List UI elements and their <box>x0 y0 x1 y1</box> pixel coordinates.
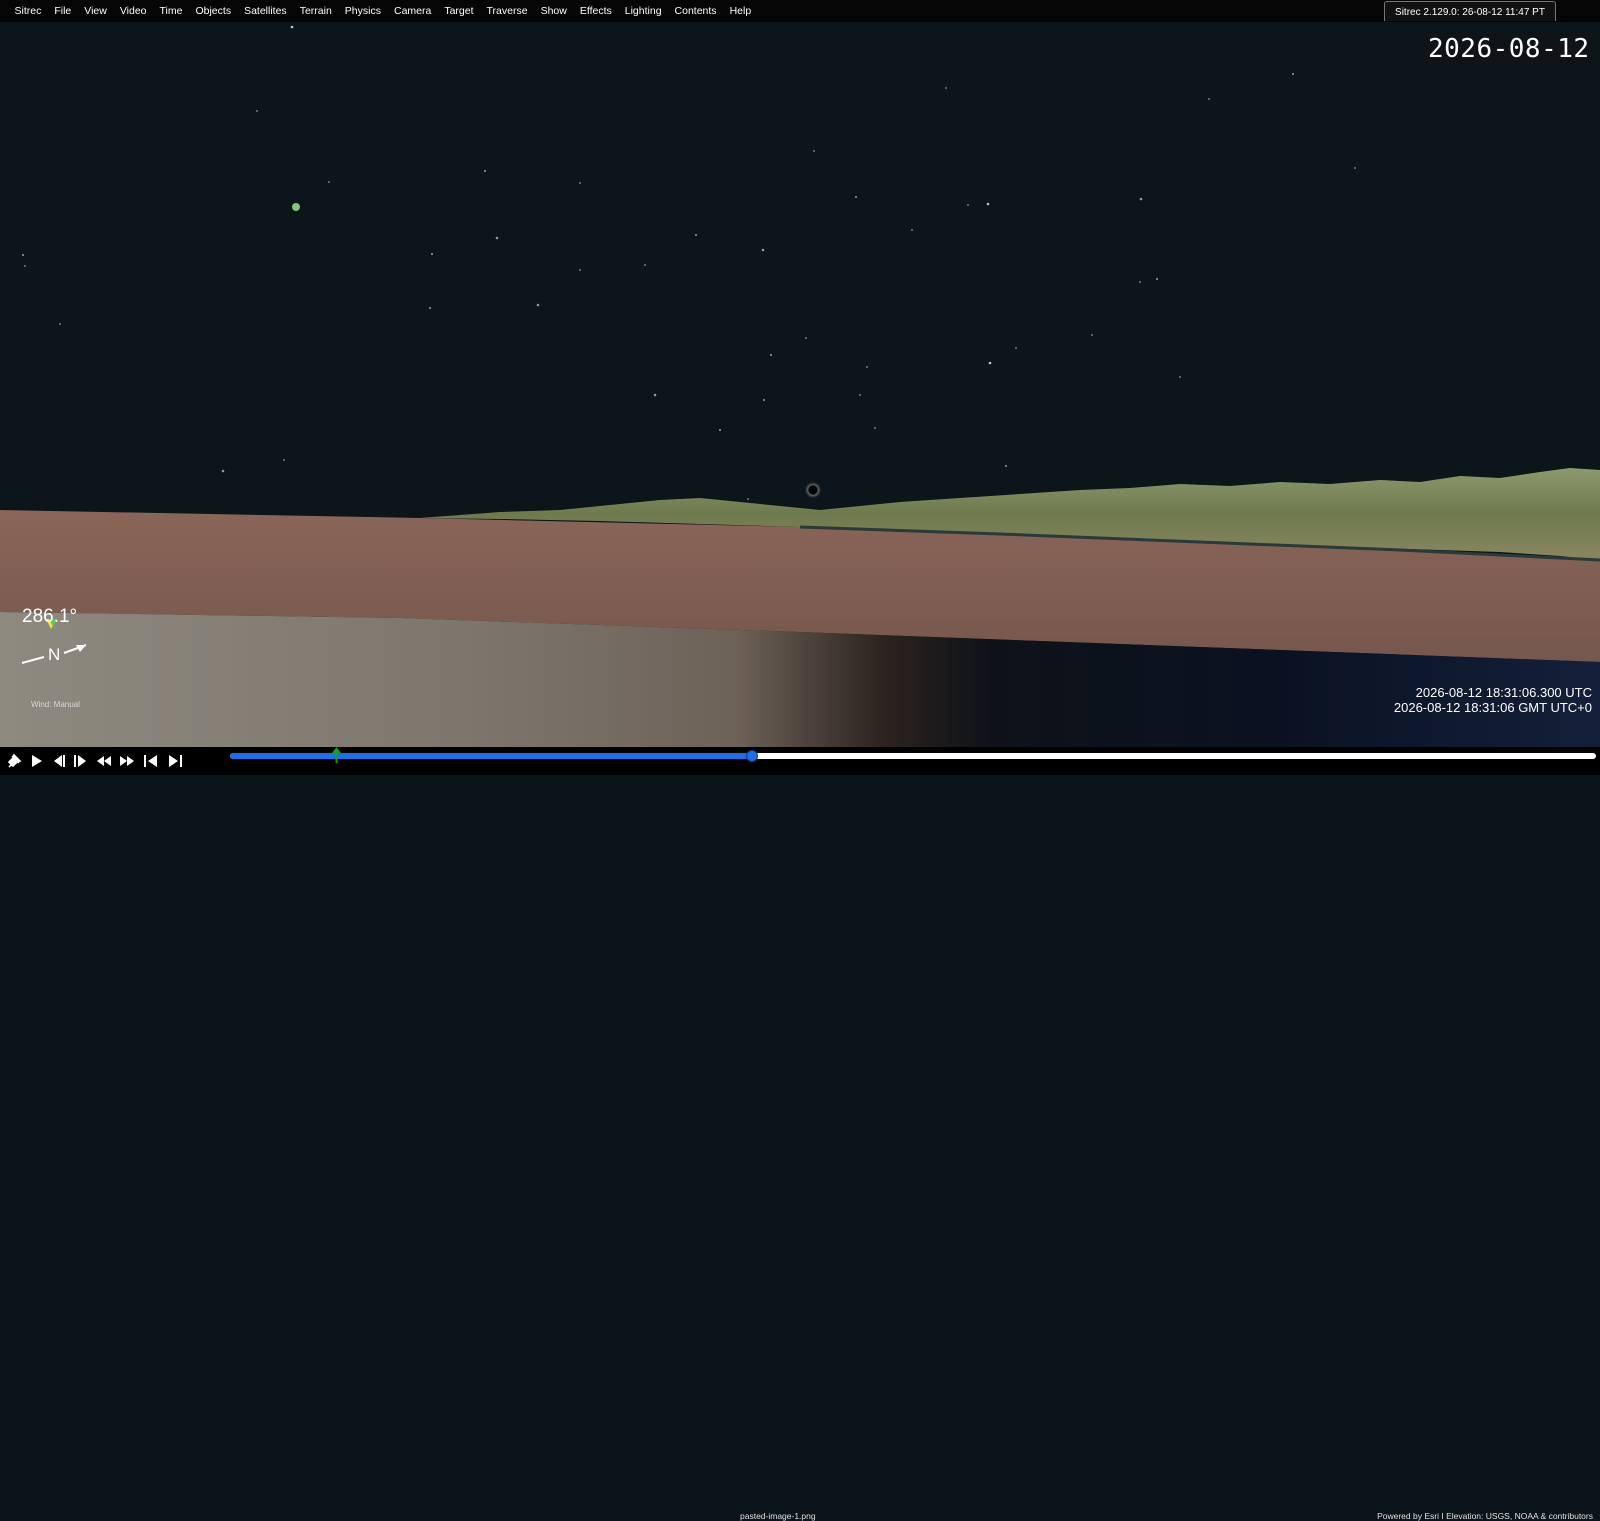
menu-sitrec[interactable]: Sitrec <box>8 0 48 22</box>
star <box>967 204 969 206</box>
scene-render <box>0 25 1600 747</box>
star <box>579 269 581 271</box>
star <box>221 469 225 473</box>
north-label: N <box>48 645 61 664</box>
star <box>805 337 807 339</box>
star <box>644 264 646 266</box>
star <box>695 234 697 236</box>
menu-lighting[interactable]: Lighting <box>618 0 668 22</box>
menu-show[interactable]: Show <box>534 0 573 22</box>
star <box>911 229 913 231</box>
wind-label: Wind: Manual <box>31 700 80 709</box>
menu-view[interactable]: View <box>78 0 114 22</box>
star <box>484 170 486 172</box>
menu-file[interactable]: File <box>48 0 78 22</box>
3d-viewport[interactable]: 2026-08-12 286.1° N Wind: Manual 2026-08… <box>0 22 1600 747</box>
star <box>763 399 765 401</box>
skip-start-icon[interactable] <box>141 751 161 771</box>
star <box>1015 347 1017 349</box>
menu-terrain[interactable]: Terrain <box>293 0 338 22</box>
star <box>761 248 765 252</box>
star <box>855 196 857 198</box>
menu-time[interactable]: Time <box>153 0 189 22</box>
timeline-thumb[interactable] <box>746 750 758 762</box>
pin-icon[interactable] <box>4 751 24 771</box>
rewind-icon[interactable] <box>94 751 114 771</box>
version-tab[interactable]: Sitrec 2.129.0: 26-08-12 11:47 PT <box>1384 1 1556 21</box>
star <box>1139 281 1141 283</box>
timeline-progress <box>230 753 752 759</box>
menu-video[interactable]: Video <box>113 0 153 22</box>
attribution: Powered by Esri I Elevation: USGS, NOAA … <box>1377 1511 1593 1521</box>
star <box>945 87 947 89</box>
star <box>859 394 861 396</box>
star <box>770 354 772 356</box>
step-forward-icon[interactable] <box>71 751 91 771</box>
star <box>59 323 61 325</box>
planet-dot <box>292 203 300 211</box>
star <box>747 498 749 500</box>
filename-label: pasted-image-1.png <box>740 1511 816 1521</box>
menu-contents[interactable]: Contents <box>668 0 723 22</box>
menu-help[interactable]: Help <box>723 0 758 22</box>
menu-target[interactable]: Target <box>438 0 480 22</box>
date-overlay: 2026-08-12 <box>1423 33 1595 65</box>
utc-time: 2026-08-12 18:31:06.300 UTC <box>1415 685 1592 700</box>
menu-traverse[interactable]: Traverse <box>480 0 534 22</box>
star <box>719 429 721 431</box>
menu-physics[interactable]: Physics <box>338 0 387 22</box>
star <box>1156 278 1158 280</box>
skip-end-icon[interactable] <box>165 751 185 771</box>
star <box>431 253 433 255</box>
star <box>429 307 431 309</box>
star <box>536 303 540 307</box>
eclipsed-sun <box>804 481 822 499</box>
stars <box>22 25 1356 500</box>
star <box>256 110 258 112</box>
star <box>653 393 657 397</box>
menu-items: Sitrec File View Video Time Objects Sate… <box>0 0 758 22</box>
fast-forward-icon[interactable] <box>117 751 137 771</box>
star <box>1354 167 1356 169</box>
star <box>1139 197 1143 201</box>
timeline-marker-icon[interactable] <box>332 747 341 763</box>
menu-bar: Sitrec File View Video Time Objects Sate… <box>0 0 1600 23</box>
star <box>988 361 992 365</box>
star <box>290 25 294 29</box>
star <box>1292 73 1294 75</box>
star <box>1091 334 1093 336</box>
star <box>22 254 24 256</box>
playback-bar: pasted-image-1.png Powered by Esri I Ele… <box>0 747 1600 1521</box>
gmt-time: 2026-08-12 18:31:06 GMT UTC+0 <box>1393 700 1592 715</box>
star <box>1179 376 1181 378</box>
star <box>874 427 876 429</box>
star <box>283 459 285 461</box>
star <box>813 150 815 152</box>
star <box>866 366 868 368</box>
star <box>495 236 499 240</box>
heading-readout: 286.1° <box>22 606 78 627</box>
star <box>328 181 330 183</box>
menu-objects[interactable]: Objects <box>189 0 238 22</box>
menu-effects[interactable]: Effects <box>573 0 618 22</box>
star <box>579 182 581 184</box>
star <box>1208 98 1210 100</box>
star <box>986 202 990 206</box>
star <box>24 265 26 267</box>
star <box>1005 465 1007 467</box>
menu-camera[interactable]: Camera <box>387 0 437 22</box>
menu-satellites[interactable]: Satellites <box>238 0 294 22</box>
step-back-icon[interactable] <box>48 751 68 771</box>
play-icon[interactable] <box>26 751 46 771</box>
